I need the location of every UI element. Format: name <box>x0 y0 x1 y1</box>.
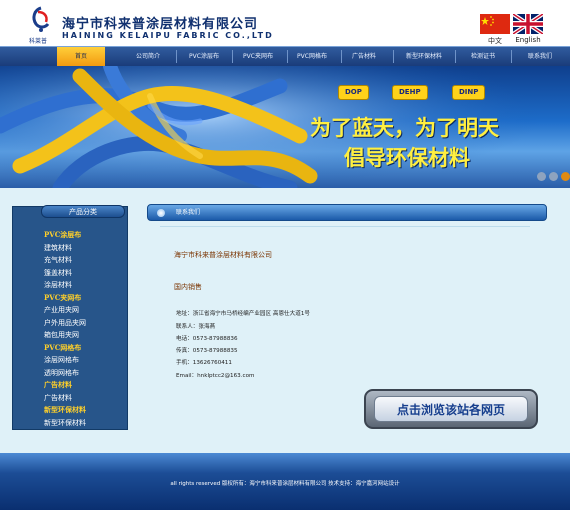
badge-dop: DOP <box>338 85 369 100</box>
sidebar-item-tarpaulin[interactable]: 篷盖材料 <box>14 267 126 280</box>
slide-dot-2[interactable] <box>549 172 558 181</box>
nav-item-certificates[interactable]: 检测证书 <box>458 47 508 66</box>
nav-item-pvc-coated[interactable]: PVC涂层布 <box>178 47 230 66</box>
content-title-bar: 联系我们 <box>147 204 547 221</box>
language-chinese-link[interactable]: 中文 <box>480 14 510 46</box>
browse-button-face: 点击浏览该站各网页 <box>374 396 528 422</box>
nav-separator <box>511 50 512 63</box>
logo-icon <box>32 6 50 32</box>
badge-dehp: DEHP <box>392 85 428 100</box>
sidebar-item-coated[interactable]: 涂层材料 <box>14 279 126 292</box>
banner-slogan-line-2: 倡导环保材料 <box>344 146 470 170</box>
sidebar-item-industrial-laminated[interactable]: 产业用夹网 <box>14 304 126 317</box>
contact-section-title: 国内销售 <box>174 283 202 291</box>
badge-dinp: DINP <box>452 85 486 100</box>
sidebar-category-eco[interactable]: 新型环保材料 <box>14 404 126 417</box>
nav-separator <box>176 50 177 63</box>
contact-address: 地址：浙江省海宁市马桥经编产业园区 高恩仕大道1号 <box>176 311 310 317</box>
nav-item-pvc-mesh[interactable]: PVC网格布 <box>286 47 338 66</box>
contact-email[interactable]: Email：hnklptcc2@163.com <box>176 371 254 379</box>
company-name-en: HAINING KELAIPU FABRIC CO.,LTD <box>62 31 274 40</box>
site-footer: all rights reserved 版权所有：海宁市科来普涂层材料有限公司 … <box>0 453 570 510</box>
nav-item-advertising[interactable]: 广告材料 <box>338 47 390 66</box>
sidebar-category-pvc-laminated[interactable]: PVC夹网布 <box>14 292 126 305</box>
sidebar-item-transparent-mesh[interactable]: 透明网格布 <box>14 367 126 380</box>
nav-item-pvc-laminated[interactable]: PVC夹网布 <box>232 47 284 66</box>
nav-item-contact[interactable]: 联系我们 <box>514 47 566 66</box>
contact-person: 联系人：张海燕 <box>176 324 216 330</box>
logo-text: 科莱普 <box>29 38 48 45</box>
language-english-label: English <box>515 36 541 44</box>
bullet-icon <box>157 209 165 217</box>
sidebar-category-advertising[interactable]: 广告材料 <box>14 379 126 392</box>
sidebar-item-building[interactable]: 建筑材料 <box>14 242 126 255</box>
contact-mobile: 手机：13626760411 <box>176 360 232 366</box>
slide-dot-1[interactable] <box>537 172 546 181</box>
product-category-list: PVC涂层布 建筑材料 充气材料 篷盖材料 涂层材料 PVC夹网布 产业用夹网 … <box>14 229 126 429</box>
slide-next-arrow-icon[interactable] <box>561 172 570 181</box>
china-flag-icon <box>480 14 510 34</box>
browse-button-label: 点击浏览该站各网页 <box>396 403 505 417</box>
contact-company-name: 海宁市科来普涂层材料有限公司 <box>174 251 272 259</box>
contact-phone: 电话：0573-87988836 <box>176 336 238 342</box>
sidebar-category-pvc-mesh[interactable]: PVC网格布 <box>14 342 126 355</box>
sidebar-item-luggage-laminated[interactable]: 箱包用夹网 <box>14 329 126 342</box>
language-english-link[interactable]: English <box>513 14 543 44</box>
sidebar-category-pvc-coated[interactable]: PVC涂层布 <box>14 229 126 242</box>
nav-item-eco-materials[interactable]: 新型环保材料 <box>395 47 453 66</box>
footer-copyright: all rights reserved 版权所有：海宁市科来普涂层材料有限公司 … <box>170 481 400 487</box>
language-chinese-label: 中文 <box>488 37 502 45</box>
site-header: 科莱普 海宁市科来普涂层材料有限公司 HAINING KELAIPU FABRI… <box>0 0 570 46</box>
sidebar-item-eco[interactable]: 新型环保材料 <box>14 417 126 430</box>
main-navigation: 首页 公司简介 PVC涂层布 PVC夹网布 PVC网格布 广告材料 新型环保材料… <box>0 46 570 66</box>
sidebar-item-advertising[interactable]: 广告材料 <box>14 392 126 405</box>
browse-site-button[interactable]: 点击浏览该站各网页 <box>364 389 538 429</box>
content-divider <box>160 226 530 227</box>
contact-fax: 传真：0573-87988835 <box>176 348 238 354</box>
hero-banner: DOP DEHP DINP 为了蓝天，为了明天 倡导环保材料 <box>0 66 570 188</box>
company-name-cn: 海宁市科来普涂层材料有限公司 <box>62 17 259 32</box>
banner-slogan-line-1: 为了蓝天，为了明天 <box>310 116 499 140</box>
nav-item-about[interactable]: 公司简介 <box>122 47 174 66</box>
nav-separator <box>455 50 456 63</box>
sidebar-item-inflatable[interactable]: 充气材料 <box>14 254 126 267</box>
uk-flag-icon <box>513 14 543 34</box>
sidebar-item-outdoor-laminated[interactable]: 户外用品夹网 <box>14 317 126 330</box>
logo[interactable]: 科莱普 <box>26 6 56 45</box>
sidebar-item-coated-mesh[interactable]: 涂层网格布 <box>14 354 126 367</box>
content-title: 联系我们 <box>176 209 201 216</box>
nav-separator <box>393 50 394 63</box>
nav-item-home[interactable]: 首页 <box>57 47 105 66</box>
sidebar-title: 产品分类 <box>41 205 125 218</box>
